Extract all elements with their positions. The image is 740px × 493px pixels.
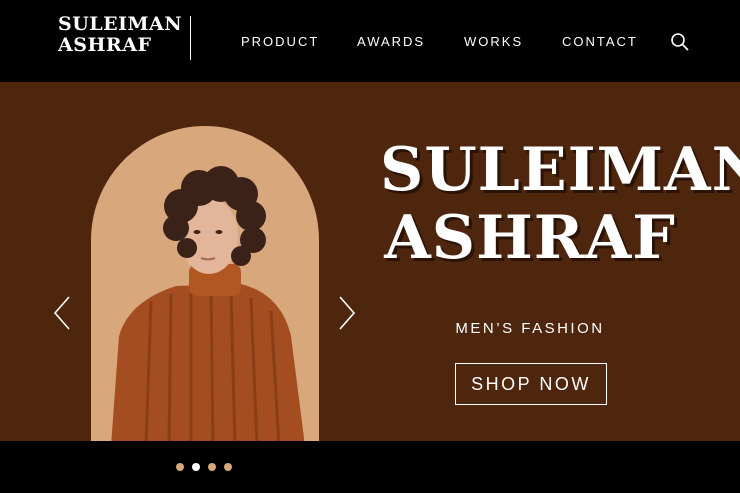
model-photo (111, 166, 305, 441)
carousel-prev-icon[interactable] (52, 295, 72, 331)
nav-link-contact[interactable]: CONTACT (562, 34, 638, 49)
brand-logo-line2: ASHRAF (58, 34, 152, 56)
header-divider (190, 16, 191, 60)
carousel-dot[interactable] (176, 463, 184, 471)
shop-now-button[interactable]: SHOP NOW (455, 363, 607, 405)
hero-title-line1: SULEIMAN (380, 135, 740, 205)
search-icon[interactable] (670, 32, 690, 52)
hero-title-line2: ASHRAF (384, 203, 676, 273)
site-header: SULEIMAN ASHRAF PRODUCT AWARDS WORKS CON… (0, 0, 740, 82)
carousel-dot[interactable] (224, 463, 232, 471)
nav-link-product[interactable]: PRODUCT (241, 34, 319, 49)
brand-logo-line1: SULEIMAN (58, 13, 183, 35)
carousel-dot-active[interactable] (192, 463, 200, 471)
hero-banner: SULEIMAN ASHRAF (0, 82, 740, 441)
nav-link-awards[interactable]: AWARDS (357, 34, 425, 49)
nav-link-works[interactable]: WORKS (464, 34, 523, 49)
carousel-footer (0, 441, 740, 493)
model-photo-frame (91, 126, 319, 441)
carousel-dot[interactable] (208, 463, 216, 471)
hero-subtitle: MEN’S FASHION (455, 320, 605, 337)
carousel-next-icon[interactable] (337, 295, 357, 331)
hero-title: SULEIMAN ASHRAF (380, 135, 740, 273)
brand-logo[interactable]: SULEIMAN ASHRAF (58, 13, 183, 56)
